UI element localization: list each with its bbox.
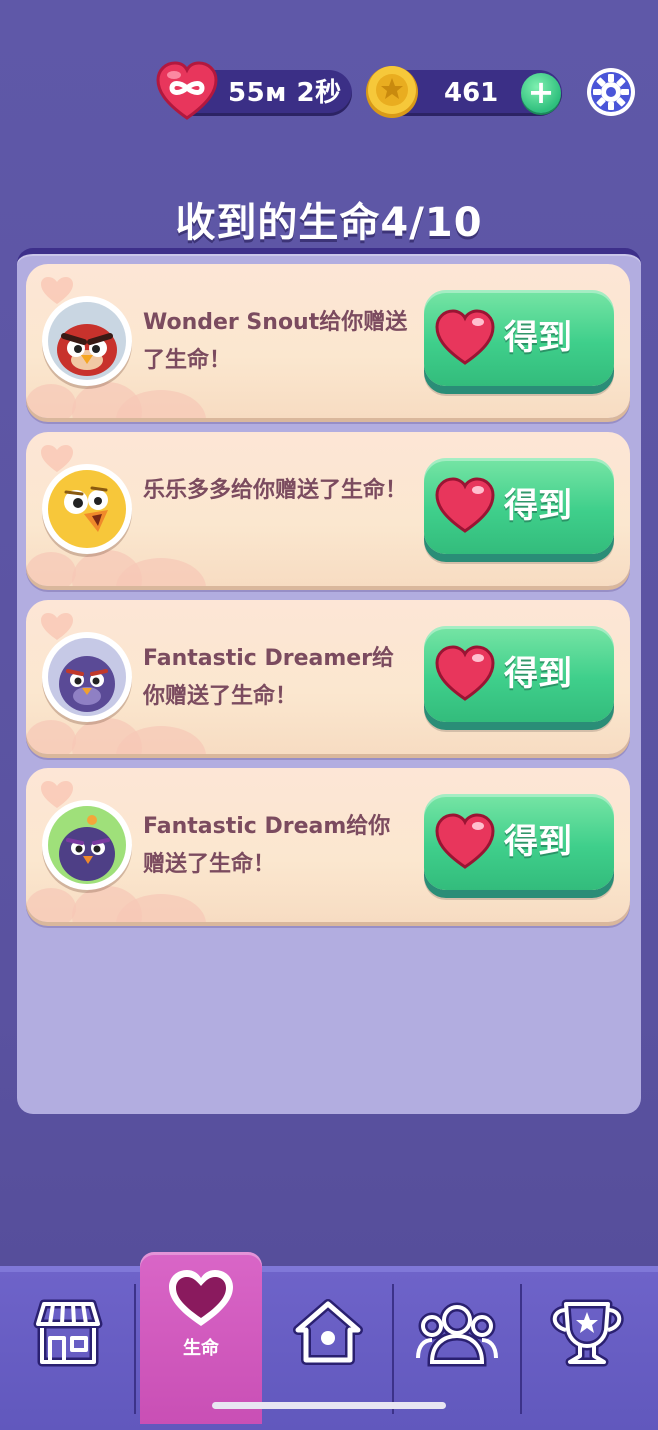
lives-timer-text: 55м 2秒	[228, 78, 342, 108]
trophy-icon	[550, 1299, 624, 1367]
home-icon	[293, 1299, 363, 1365]
gift-message: Wonder Snout给你赠送了生命！	[143, 310, 408, 373]
heart-icon	[169, 1270, 233, 1326]
claim-label: 得到	[504, 822, 572, 862]
gift-card: Wonder Snout给你赠送了生命！ 得到	[26, 264, 630, 418]
purple-bird-avatar	[42, 632, 132, 722]
claim-label: 得到	[504, 486, 572, 526]
claim-life-button[interactable]: 得到	[424, 794, 614, 890]
heart-icon	[435, 477, 495, 533]
claim-label: 得到	[504, 654, 572, 694]
heart-icon	[435, 645, 495, 701]
infinite-lives-heart-icon	[154, 58, 220, 124]
yellow-bird-avatar	[42, 464, 132, 554]
nav-lives-label: 生命	[183, 1338, 219, 1359]
gift-message: Fantastic Dreamer给你赠送了生命！	[143, 646, 395, 709]
gift-message: Fantastic Dream给你赠送了生命！	[143, 814, 391, 877]
gift-card: Fantastic Dreamer给你赠送了生命！ 得到	[26, 600, 630, 754]
claim-life-button[interactable]: 得到	[424, 626, 614, 722]
claim-life-button[interactable]: 得到	[424, 458, 614, 554]
page-title: 收到的生命4/10	[175, 200, 483, 246]
claim-life-button[interactable]: 得到	[424, 290, 614, 386]
shop-icon	[33, 1299, 103, 1367]
red-bird-avatar	[42, 296, 132, 386]
settings-button[interactable]	[585, 66, 637, 118]
gift-message: 乐乐多多给你赠送了生命！	[143, 478, 408, 503]
coin-balance-text: 461	[444, 78, 499, 108]
nav-shop[interactable]	[0, 1272, 134, 1430]
nav-lives[interactable]: 生命	[140, 1252, 262, 1424]
gear-icon	[587, 68, 635, 116]
coin-icon	[364, 64, 420, 120]
purple-bird-green-bg-avatar	[42, 800, 132, 890]
friends-icon	[416, 1302, 498, 1367]
gift-card: Fantastic Dream给你赠送了生命！ 得到	[26, 768, 630, 922]
heart-icon	[435, 813, 495, 869]
nav-trophy[interactable]	[522, 1272, 658, 1430]
add-coins-button[interactable]: +	[521, 73, 561, 113]
home-indicator	[212, 1402, 446, 1409]
gift-card: 乐乐多多给你赠送了生命！ 得到	[26, 432, 630, 586]
claim-label: 得到	[504, 318, 572, 358]
heart-icon	[435, 309, 495, 365]
